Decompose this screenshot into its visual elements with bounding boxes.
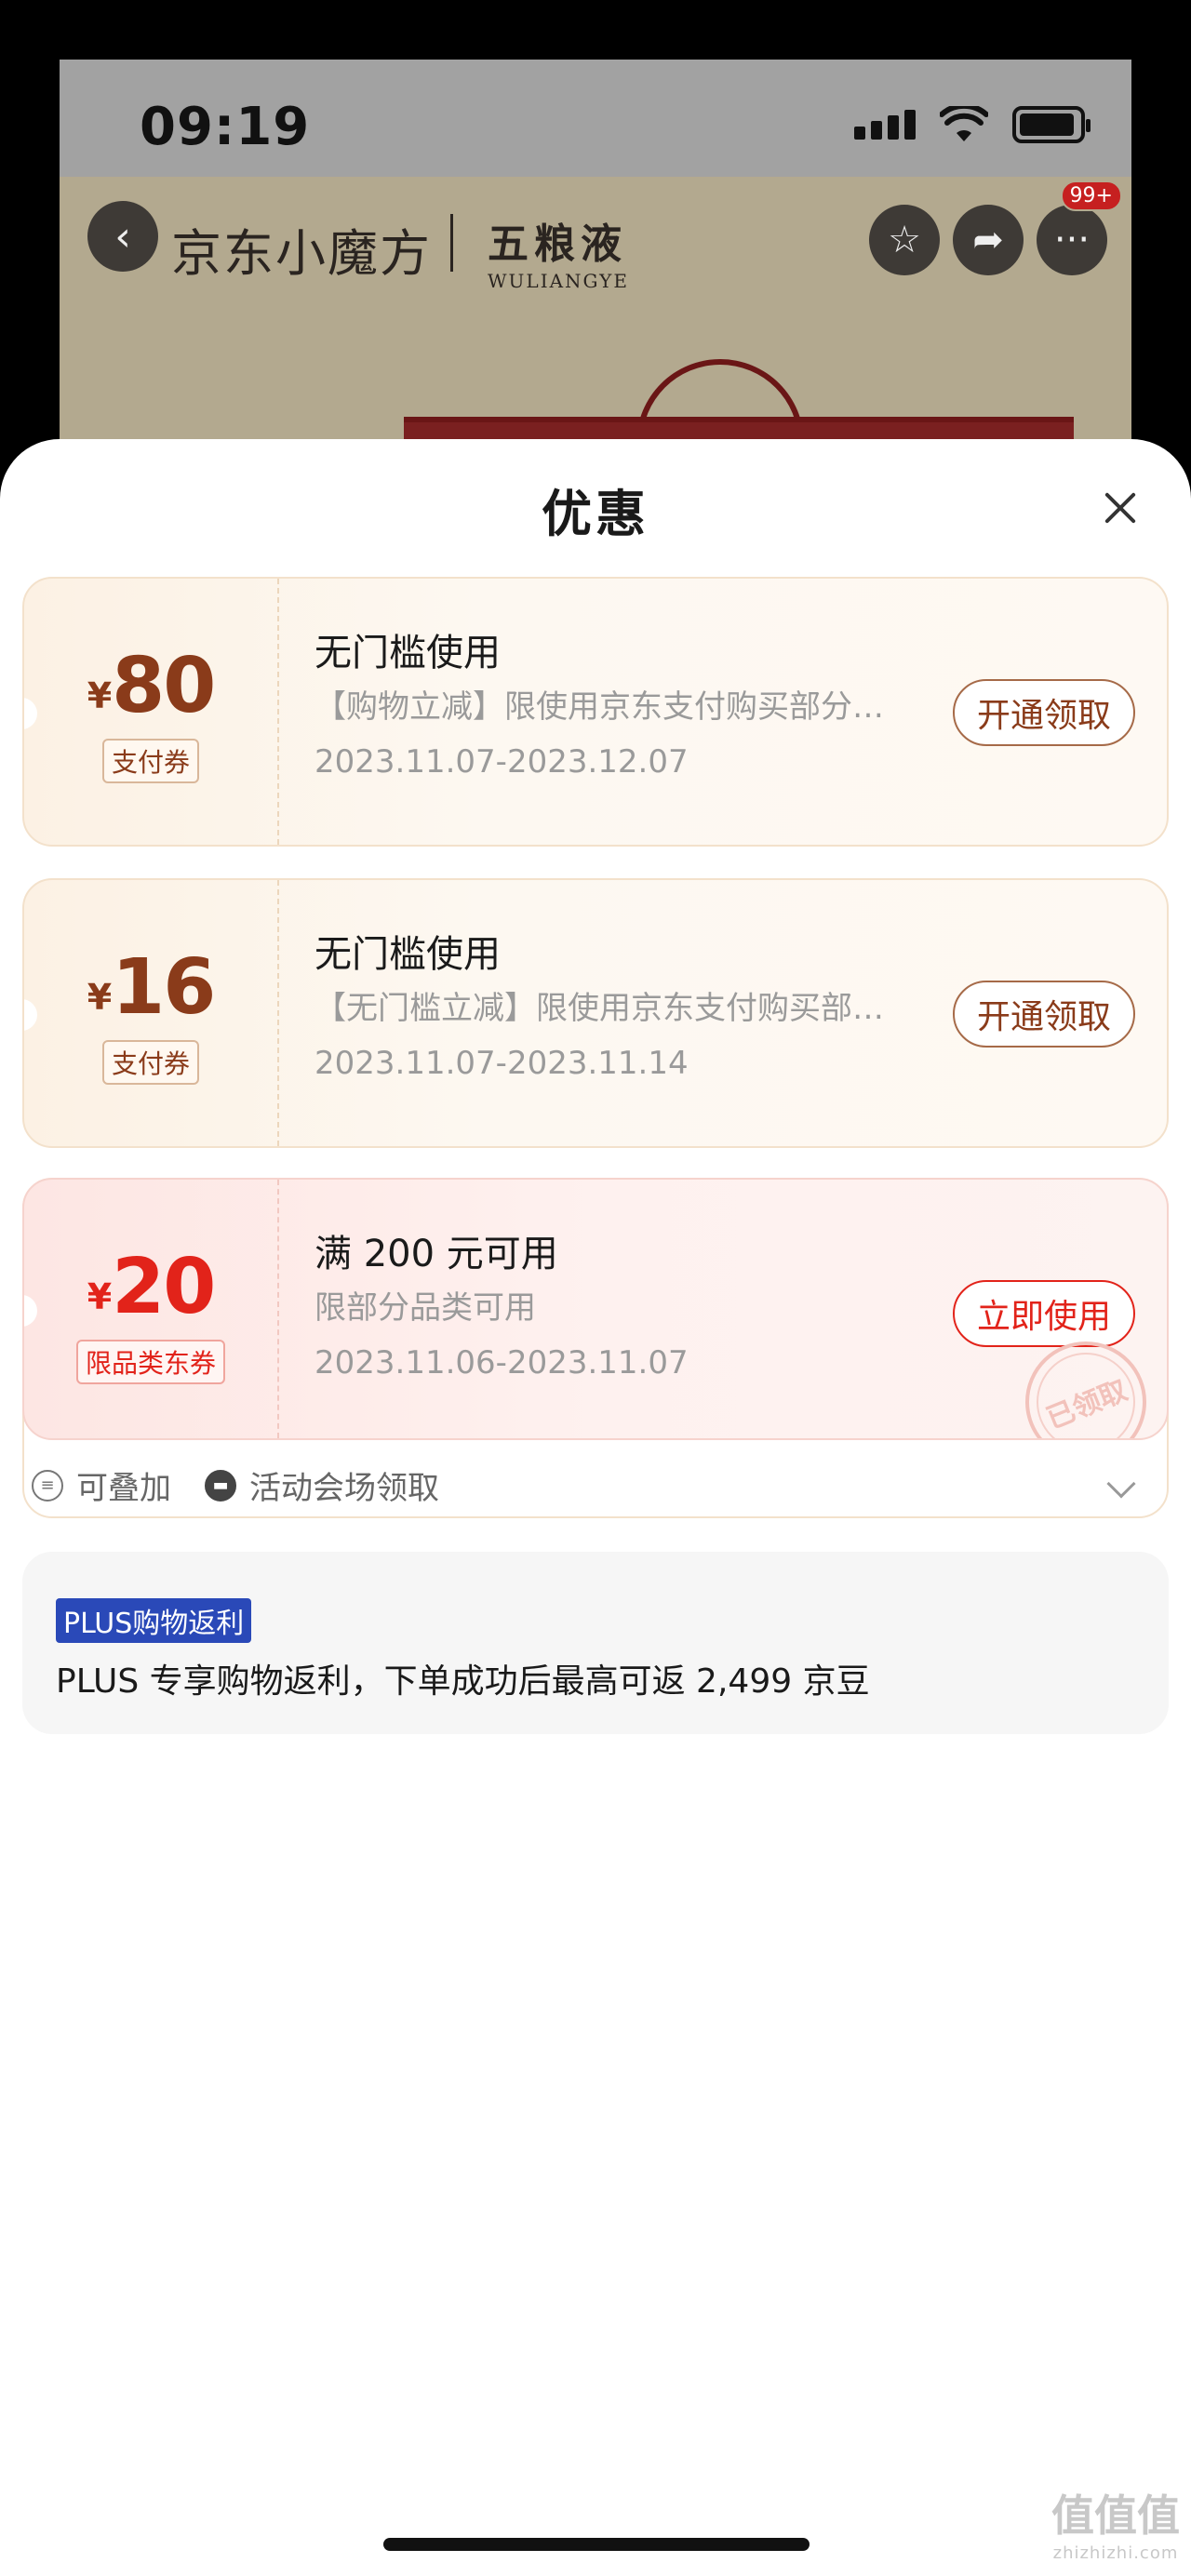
sheet-title: 优惠 [542,485,649,543]
status-bar: 09:19 [60,60,1131,177]
coupon-card: ¥80 支付券 无门槛使用 【购物立减】限使用京东支付购买部分商品 2023.1… [22,577,1169,847]
coupon-value: 80 [112,642,216,730]
coupon-info: 无门槛使用 【购物立减】限使用京东支付购买部分商品 2023.11.07-202… [314,627,929,789]
wifi-icon [940,106,988,141]
brand-divider [450,214,453,272]
share-button[interactable]: ➦ [953,205,1024,275]
share-icon: ➦ [972,219,1004,261]
claim-button[interactable]: 开通领取 [953,679,1135,746]
currency-symbol: ¥ [87,1276,113,1317]
stackable-label: 可叠加 [76,1470,171,1507]
coupon-desc: 限部分品类可用 [314,1289,536,1327]
watermark-sub: zhizhizhi.com [1052,2543,1179,2563]
chevron-left-icon: ‹ [114,212,131,260]
plus-badge: PLUS购物返利 [56,1598,252,1643]
coupon-date: 2023.11.07-2023.12.07 [314,743,689,781]
partner-logo-cn: 五粮液 [488,220,627,268]
coupon-amount-block: ¥80 支付券 [24,579,277,845]
status-icons [854,106,1091,143]
coupon-type-tag: 支付券 [101,1040,200,1085]
use-now-button[interactable]: 立即使用 [953,1280,1135,1347]
coupon-footer-tags: ≡ 可叠加 ▬ 活动会场领取 [32,1462,439,1508]
currency-symbol: ¥ [87,977,113,1018]
coupon-card: ¥20 限品类东券 满 200 元可用 限部分品类可用 2023.11.06-2… [22,1178,1169,1440]
more-button[interactable]: ··· [1037,205,1107,275]
watermark: 值值值 zhizhizhi.com [1051,2482,1180,2563]
discount-sheet: 优惠 ¥80 支付券 无门槛使用 【购物立减】限使用京东支付购买部分商品 202… [0,439,1191,2576]
brand-logo: 京东小魔方 [171,224,432,283]
coupon-amount-block: ¥20 限品类东券 [24,1180,277,1438]
coupon-type-tag: 限品类东券 [75,1340,226,1384]
coupon-date: 2023.11.06-2023.11.07 [314,1344,689,1381]
coupon-value: 16 [112,943,216,1032]
coupon-amount-block: ¥16 支付券 [24,880,277,1146]
coupon-date: 2023.11.07-2023.11.14 [314,1045,689,1082]
coupon-desc: 【无门槛立减】限使用京东支付购买部分商品 [314,990,891,1027]
partner-logo-en: WULIANGYE [488,270,629,292]
coupon-desc: 【购物立减】限使用京东支付购买部分商品 [314,688,891,726]
notification-badge: 99+ [1060,180,1122,211]
coupon-value: 20 [112,1243,216,1331]
coupon-info: 满 200 元可用 限部分品类可用 2023.11.06-2023.11.07 [314,1228,929,1390]
currency-symbol: ¥ [87,675,113,716]
partner-logo: 五粮液 WULIANGYE [488,210,629,292]
coupon-title: 无门槛使用 [314,933,501,976]
coupon-card: ¥16 支付券 无门槛使用 【无门槛立减】限使用京东支付购买部分商品 2023.… [22,878,1169,1148]
close-button[interactable] [1102,489,1139,527]
back-button[interactable]: ‹ [87,201,158,272]
coupon-title: 满 200 元可用 [314,1233,558,1275]
coupon-amount: ¥16 [24,943,277,1032]
plus-rebate-text: PLUS 专享购物返利，下单成功后最高可返 2,499 京豆 [56,1662,870,1701]
home-indicator [383,2538,810,2551]
star-icon: ☆ [888,219,921,261]
favorite-button[interactable]: ☆ [869,205,940,275]
ticket-icon: ▬ [205,1469,236,1502]
stackable-tag: ≡ 可叠加 [32,1462,171,1508]
battery-icon [1012,106,1091,143]
plus-rebate-card: PLUS购物返利 PLUS 专享购物返利，下单成功后最高可返 2,499 京豆 [22,1552,1169,1734]
watermark-main: 值值值 [1051,2490,1180,2541]
status-time: 09:19 [140,97,311,157]
coupon-info: 无门槛使用 【无门槛立减】限使用京东支付购买部分商品 2023.11.07-20… [314,928,929,1090]
venue-label: 活动会场领取 [249,1470,439,1507]
more-icon: ··· [1053,219,1091,261]
coupon-amount: ¥80 [24,642,277,730]
stack-icon: ≡ [32,1469,63,1502]
coupon-type-tag: 支付券 [101,739,200,783]
signal-icon [854,110,916,140]
venue-tag: ▬ 活动会场领取 [205,1462,439,1508]
phone-screen: 09:19 ‹ 京东小魔方 五粮液 WULIANGYE ☆ ➦ ··· 99+ … [0,0,1191,2576]
claim-button[interactable]: 开通领取 [953,981,1135,1048]
coupon-title: 无门槛使用 [314,632,501,674]
coupon-amount: ¥20 [24,1243,277,1331]
